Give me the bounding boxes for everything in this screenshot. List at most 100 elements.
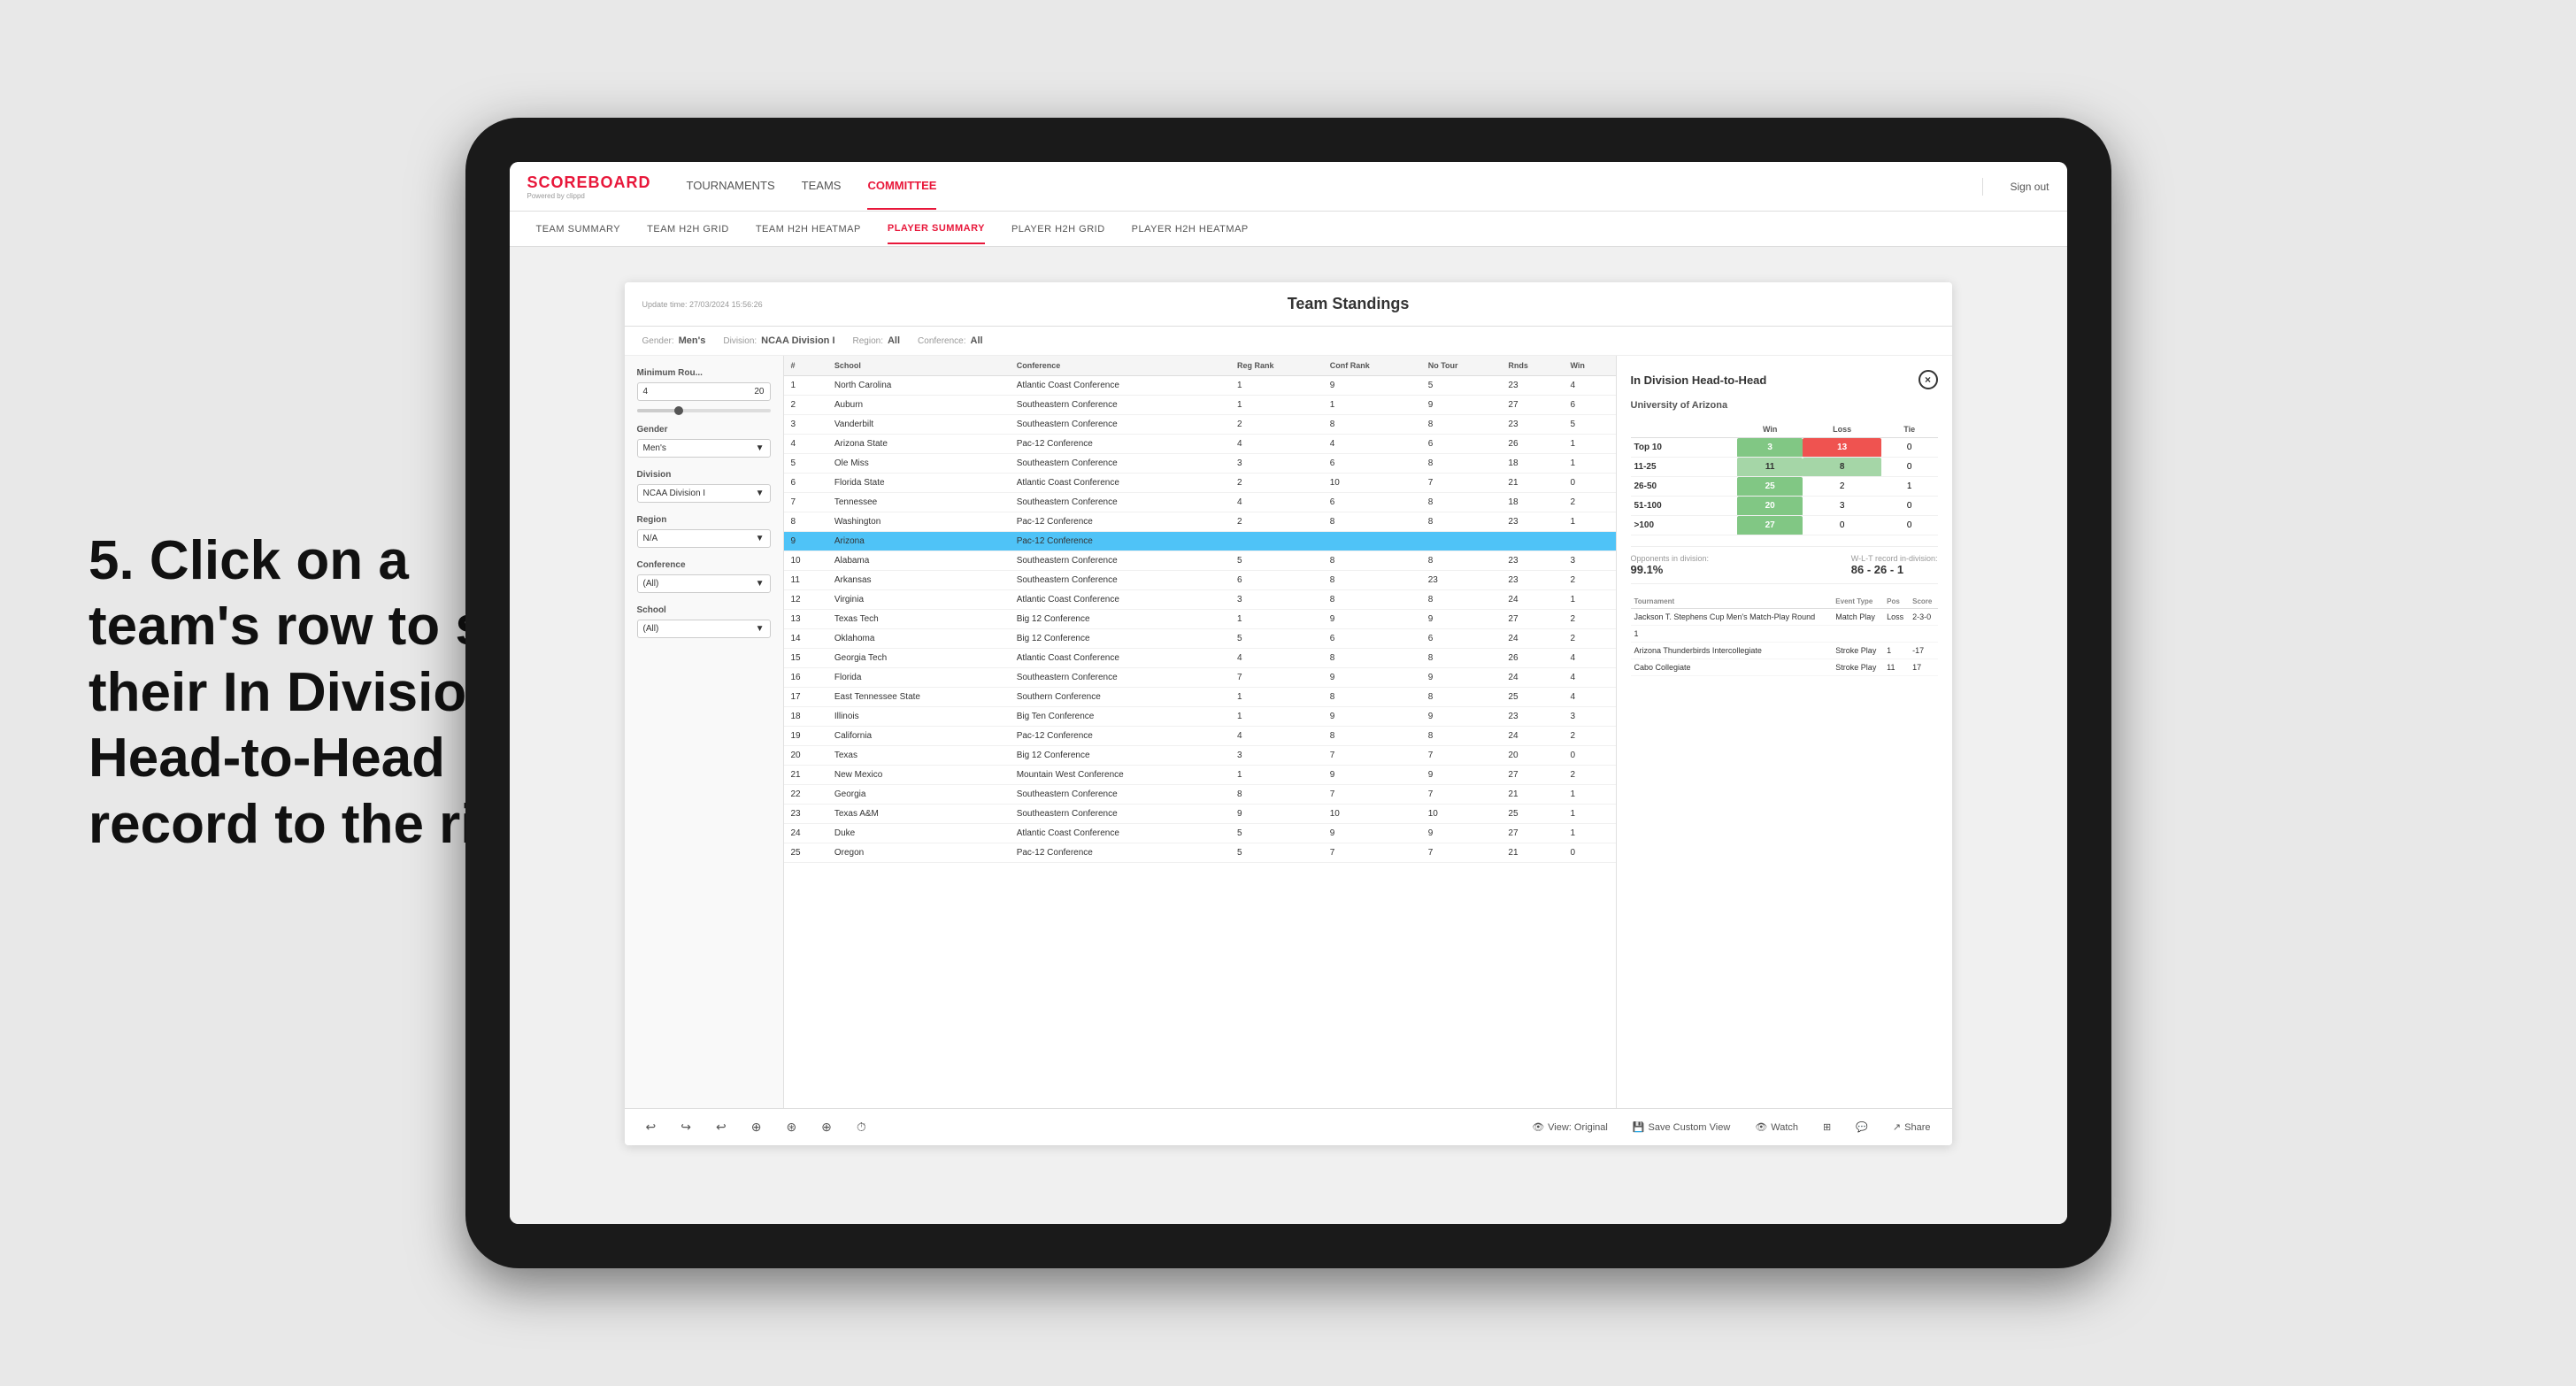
slider-fill: [637, 409, 677, 412]
division-select[interactable]: NCAA Division I ▼: [637, 484, 771, 503]
table-row[interactable]: 1North CarolinaAtlantic Coast Conference…: [784, 376, 1616, 396]
table-row[interactable]: 4Arizona StatePac-12 Conference446261: [784, 435, 1616, 454]
table-row[interactable]: 15Georgia TechAtlantic Coast Conference4…: [784, 649, 1616, 668]
wlt-label: W-L-T record in-division:: [1851, 554, 1938, 563]
table-row[interactable]: 5Ole MissSoutheastern Conference368181: [784, 454, 1616, 474]
table-row[interactable]: 17East Tennessee StateSouthern Conferenc…: [784, 688, 1616, 707]
undo-icon: ↩: [646, 1120, 657, 1135]
logo-sub: Powered by clippd: [527, 192, 651, 200]
table-row[interactable]: 11ArkansasSoutheastern Conference6823232: [784, 571, 1616, 590]
view-original-button[interactable]: 👁 View: Original: [1525, 1118, 1615, 1136]
region-value: All: [888, 335, 900, 346]
chat-icon: 💬: [1856, 1121, 1868, 1133]
table-row[interactable]: 13Texas TechBig 12 Conference199272: [784, 610, 1616, 629]
tournament-row[interactable]: Arizona Thunderbirds IntercollegiateStro…: [1631, 643, 1938, 659]
rounds-slider[interactable]: [637, 409, 771, 412]
subnav-player-h2h-grid[interactable]: PLAYER H2H GRID: [1011, 215, 1105, 243]
table-row[interactable]: 7TennesseeSoutheastern Conference468182: [784, 493, 1616, 512]
table-area: # School Conference Reg Rank Conf Rank N…: [784, 356, 1616, 1108]
timer-button[interactable]: ⏱: [850, 1116, 873, 1138]
add-button[interactable]: ⊕: [814, 1116, 839, 1138]
region-filter: Region: All: [853, 335, 901, 346]
col-no-tour: No Tour: [1421, 356, 1502, 376]
division-filter-label: Division: [637, 470, 771, 480]
col-pos: Pos: [1883, 595, 1909, 609]
camera-button[interactable]: ⊕: [744, 1116, 769, 1138]
undo2-icon: ↩: [716, 1120, 727, 1135]
min-rounds-value[interactable]: 4 20: [637, 382, 771, 401]
share-button[interactable]: ↗ Share: [1886, 1118, 1938, 1136]
subnav-team-summary[interactable]: TEAM SUMMARY: [536, 215, 621, 243]
app-body: Minimum Rou... 4 20 Gender: [625, 356, 1952, 1108]
opponents-label: Opponents in division:: [1631, 554, 1710, 563]
watch-button[interactable]: 👁 Watch: [1748, 1118, 1805, 1136]
save-custom-button[interactable]: 💾 Save Custom View: [1626, 1118, 1737, 1136]
school-filter-label: School: [637, 605, 771, 615]
nav-teams[interactable]: TEAMS: [802, 163, 842, 210]
undo2-button[interactable]: ↩: [709, 1116, 734, 1138]
settings-button[interactable]: ⊛: [779, 1116, 804, 1138]
division-label: Division:: [723, 336, 757, 346]
h2h-header-row: Win Loss Tie: [1631, 421, 1938, 438]
table-row[interactable]: 19CaliforniaPac-12 Conference488242: [784, 727, 1616, 746]
logo-area: SCOREBOARD Powered by clippd: [527, 173, 651, 200]
gender-select[interactable]: Men's ▼: [637, 439, 771, 458]
table-row[interactable]: 25OregonPac-12 Conference577210: [784, 843, 1616, 863]
tournament-table: Tournament Event Type Pos Score Jackson …: [1631, 595, 1938, 676]
redo-button[interactable]: ↪: [673, 1116, 698, 1138]
save-custom-label: Save Custom View: [1649, 1122, 1731, 1133]
subnav-team-h2h-grid[interactable]: TEAM H2H GRID: [647, 215, 729, 243]
h2h-row: 51-1002030: [1631, 497, 1938, 516]
conference-filter-label: Conference: [637, 560, 771, 570]
table-row[interactable]: 22GeorgiaSoutheastern Conference877211: [784, 785, 1616, 805]
share-label: Share: [1904, 1122, 1930, 1133]
min-rounds-section: Minimum Rou... 4 20: [637, 368, 771, 412]
table-row[interactable]: 8WashingtonPac-12 Conference288231: [784, 512, 1616, 532]
undo-button[interactable]: ↩: [639, 1116, 664, 1138]
table-row[interactable]: 20TexasBig 12 Conference377200: [784, 746, 1616, 766]
h2h-col-loss: Loss: [1803, 421, 1881, 438]
nav-tournaments[interactable]: TOURNAMENTS: [687, 163, 775, 210]
grid-button[interactable]: ⊞: [1816, 1118, 1838, 1136]
watch-icon: 👁: [1755, 1121, 1767, 1133]
tournament-row[interactable]: Cabo CollegiateStroke Play1117: [1631, 659, 1938, 676]
division-value: NCAA Division I: [761, 335, 834, 346]
settings-icon: ⊛: [786, 1120, 796, 1135]
school-select[interactable]: (All) ▼: [637, 620, 771, 638]
table-row[interactable]: 6Florida StateAtlantic Coast Conference2…: [784, 474, 1616, 493]
subnav-player-h2h-heatmap[interactable]: PLAYER H2H HEATMAP: [1132, 215, 1249, 243]
col-reg-rank: Reg Rank: [1230, 356, 1323, 376]
table-row[interactable]: 21New MexicoMountain West Conference1992…: [784, 766, 1616, 785]
chat-button[interactable]: 💬: [1849, 1118, 1875, 1136]
opponents-pct-area: Opponents in division: 99.1%: [1631, 554, 1710, 576]
app-window: Update time: 27/03/2024 15:56:26 Team St…: [625, 282, 1952, 1145]
table-row[interactable]: 24DukeAtlantic Coast Conference599271: [784, 824, 1616, 843]
conference-select[interactable]: (All) ▼: [637, 574, 771, 593]
wlt-value: 86 - 26 - 1: [1851, 563, 1938, 576]
nav-committee[interactable]: COMMITTEE: [867, 163, 936, 210]
timer-icon: ⏱: [857, 1120, 866, 1135]
table-row[interactable]: 16FloridaSoutheastern Conference799244: [784, 668, 1616, 688]
table-row[interactable]: 3VanderbiltSoutheastern Conference288235: [784, 415, 1616, 435]
table-row[interactable]: 12VirginiaAtlantic Coast Conference38824…: [784, 590, 1616, 610]
table-row[interactable]: 9ArizonaPac-12 Conference: [784, 532, 1616, 551]
table-row[interactable]: 18IllinoisBig Ten Conference199233: [784, 707, 1616, 727]
table-row[interactable]: 14OklahomaBig 12 Conference566242: [784, 629, 1616, 649]
panel-subtitle: University of Arizona: [1631, 400, 1938, 411]
table-row[interactable]: 10AlabamaSoutheastern Conference588233: [784, 551, 1616, 571]
subnav-player-summary[interactable]: PLAYER SUMMARY: [888, 214, 985, 244]
tournament-row[interactable]: Jackson T. Stephens Cup Men's Match-Play…: [1631, 609, 1938, 626]
share-icon: ↗: [1893, 1121, 1901, 1133]
region-select[interactable]: N/A ▼: [637, 529, 771, 548]
close-button[interactable]: ×: [1919, 370, 1938, 389]
conference-filter: Conference: All: [918, 335, 983, 346]
table-row[interactable]: 23Texas A&MSoutheastern Conference910102…: [784, 805, 1616, 824]
col-conf-rank: Conf Rank: [1323, 356, 1421, 376]
tournament-row[interactable]: 1: [1631, 626, 1938, 643]
gender-filter: Gender: Men's: [642, 335, 706, 346]
sign-out-button[interactable]: Sign out: [2010, 181, 2049, 193]
logo-text: SCOREBOARD: [527, 173, 651, 192]
table-row[interactable]: 2AuburnSoutheastern Conference119276: [784, 396, 1616, 415]
subnav-team-h2h-heatmap[interactable]: TEAM H2H HEATMAP: [756, 215, 861, 243]
conference-section: Conference (All) ▼: [637, 560, 771, 593]
